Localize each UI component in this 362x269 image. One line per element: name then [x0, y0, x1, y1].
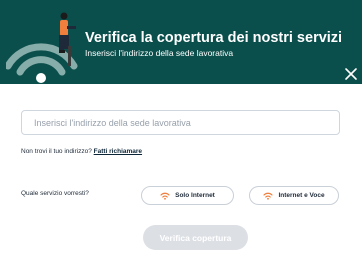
callback-link[interactable]: Fatti richiamare	[94, 148, 142, 155]
address-input[interactable]	[21, 110, 340, 135]
modal-header: Verifica la copertura dei nostri servizi…	[0, 0, 362, 84]
option-solo-internet[interactable]: Solo Internet	[141, 186, 234, 205]
wifi-person-illustration	[6, 12, 78, 83]
wifi-icon	[160, 192, 170, 200]
wifi-icon	[263, 192, 274, 200]
modal-title: Verifica la copertura dei nostri servizi	[85, 30, 343, 46]
address-help: Non trovi il tuo indirizzo? Fatti richia…	[21, 147, 142, 156]
verify-coverage-button[interactable]: Verifica copertura	[143, 225, 248, 250]
close-icon[interactable]	[343, 66, 359, 82]
service-question: Quale servizio vorresti?	[21, 190, 89, 197]
address-help-text: Non trovi il tuo indirizzo?	[21, 148, 92, 155]
option-internet-e-voce[interactable]: Internet e Voce	[249, 186, 339, 205]
modal-subtitle: Inserisci l'indirizzo della sede lavorat…	[85, 48, 234, 58]
option-label: Solo Internet	[175, 192, 215, 199]
option-label: Internet e Voce	[278, 192, 325, 199]
